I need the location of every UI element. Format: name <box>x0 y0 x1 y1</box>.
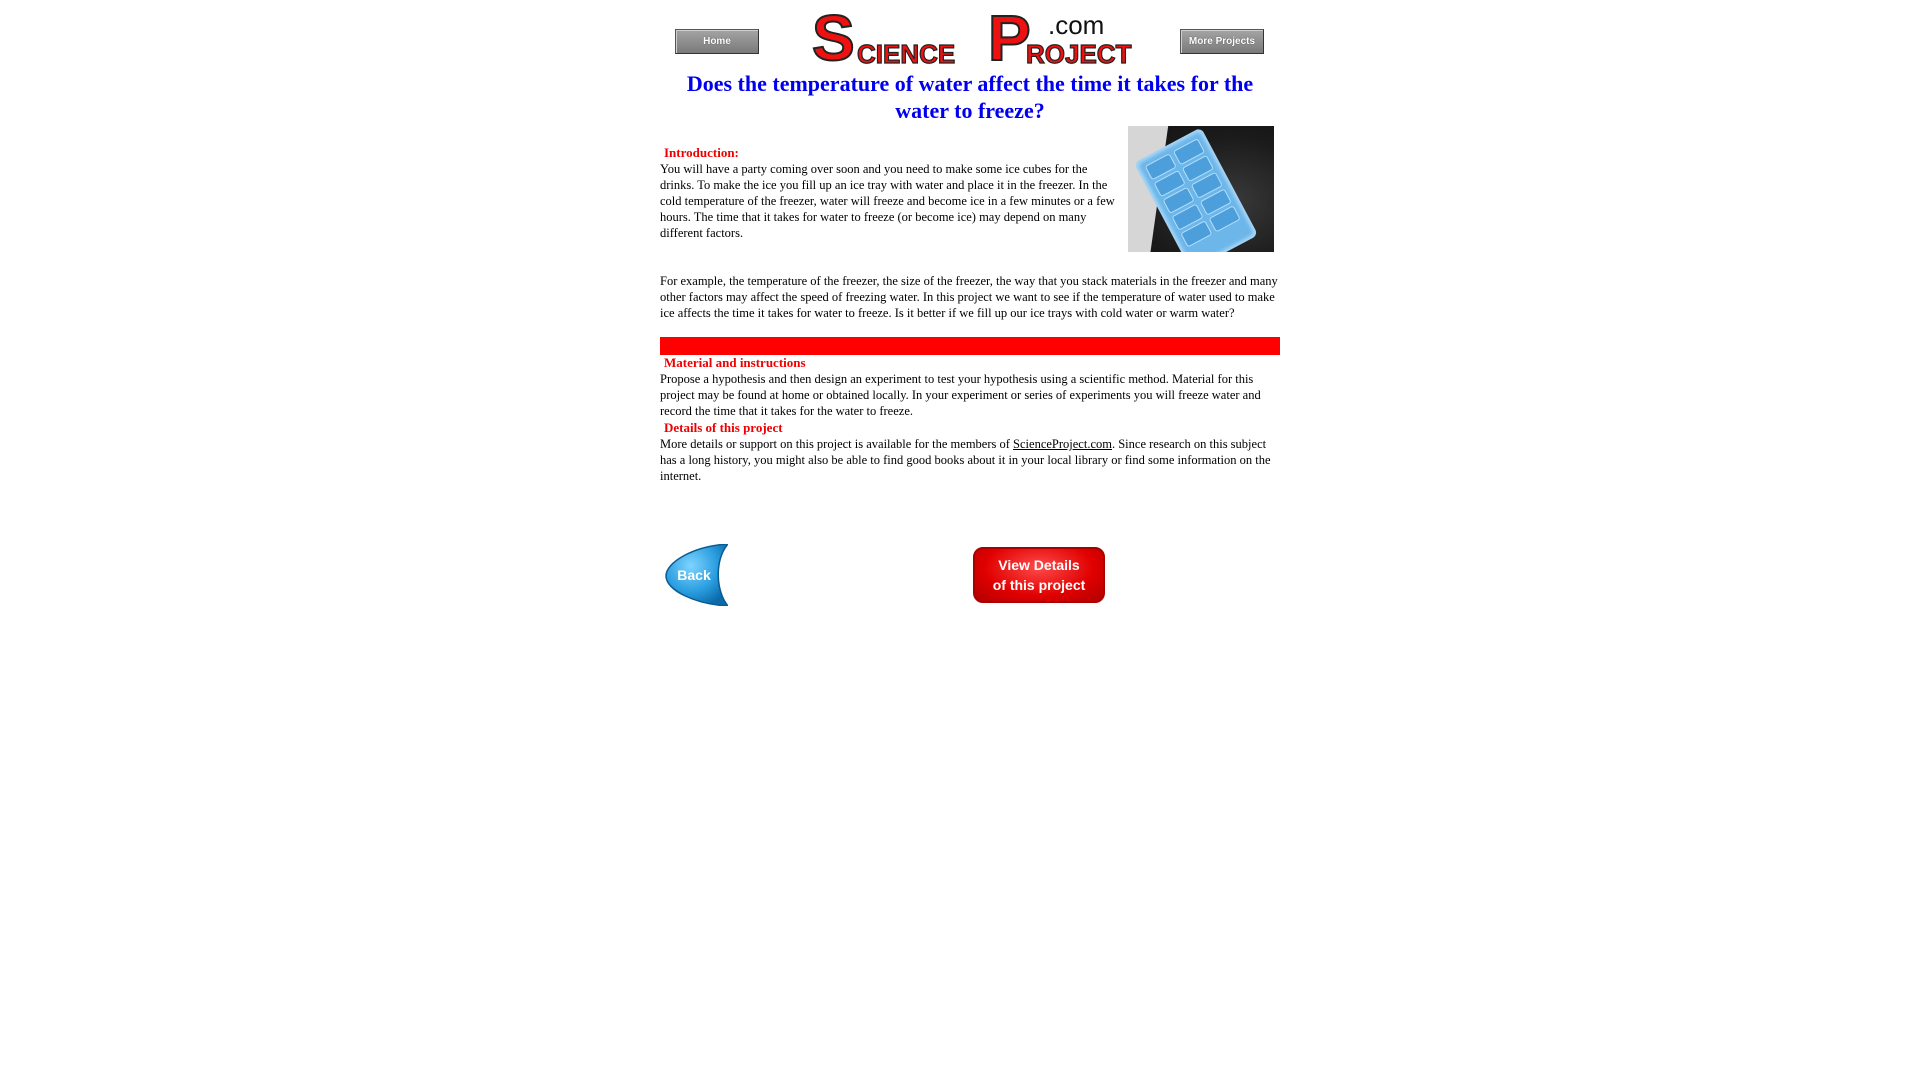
back-label: Back <box>677 567 711 583</box>
intro-paragraph-2: For example, the temperature of the free… <box>660 274 1278 320</box>
scienceproject-link[interactable]: ScienceProject.com <box>1013 437 1112 451</box>
details-paragraph: More details or support on this project … <box>660 436 1280 484</box>
header: Home S CIENCE P ROJECT .com More Project… <box>660 0 1280 72</box>
intro-paragraph: You will have a party coming over soon a… <box>660 162 1115 240</box>
materials-paragraph: Propose a hypothesis and then design an … <box>660 372 1261 418</box>
site-logo[interactable]: S CIENCE P ROJECT .com <box>811 2 1132 74</box>
home-button[interactable]: Home <box>675 29 759 54</box>
logo-letter-s: S <box>811 2 856 74</box>
materials-heading: Material and instructions <box>664 355 806 370</box>
details-heading: Details of this project <box>664 420 783 435</box>
view-details-label-line1: View Details <box>998 557 1080 573</box>
logo-text-roject: ROJECT <box>1025 39 1132 69</box>
page-title: Does the temperature of water affect the… <box>686 71 1254 123</box>
view-details-button[interactable]: View Details of this project <box>973 547 1105 603</box>
section-divider-bar <box>660 337 1280 355</box>
details-text-before: More details or support on this project … <box>660 437 1014 451</box>
more-projects-button[interactable]: More Projects <box>1180 29 1264 54</box>
logo-text-cience: CIENCE <box>856 39 956 69</box>
ice-tray-image <box>1128 126 1274 252</box>
intro-heading: Introduction: <box>664 145 739 160</box>
back-button[interactable]: Back <box>664 544 728 606</box>
logo-text-dotcom: .com <box>1048 10 1105 40</box>
logo-letter-p: P <box>987 2 1032 74</box>
view-details-label-line2: of this project <box>992 577 1086 593</box>
